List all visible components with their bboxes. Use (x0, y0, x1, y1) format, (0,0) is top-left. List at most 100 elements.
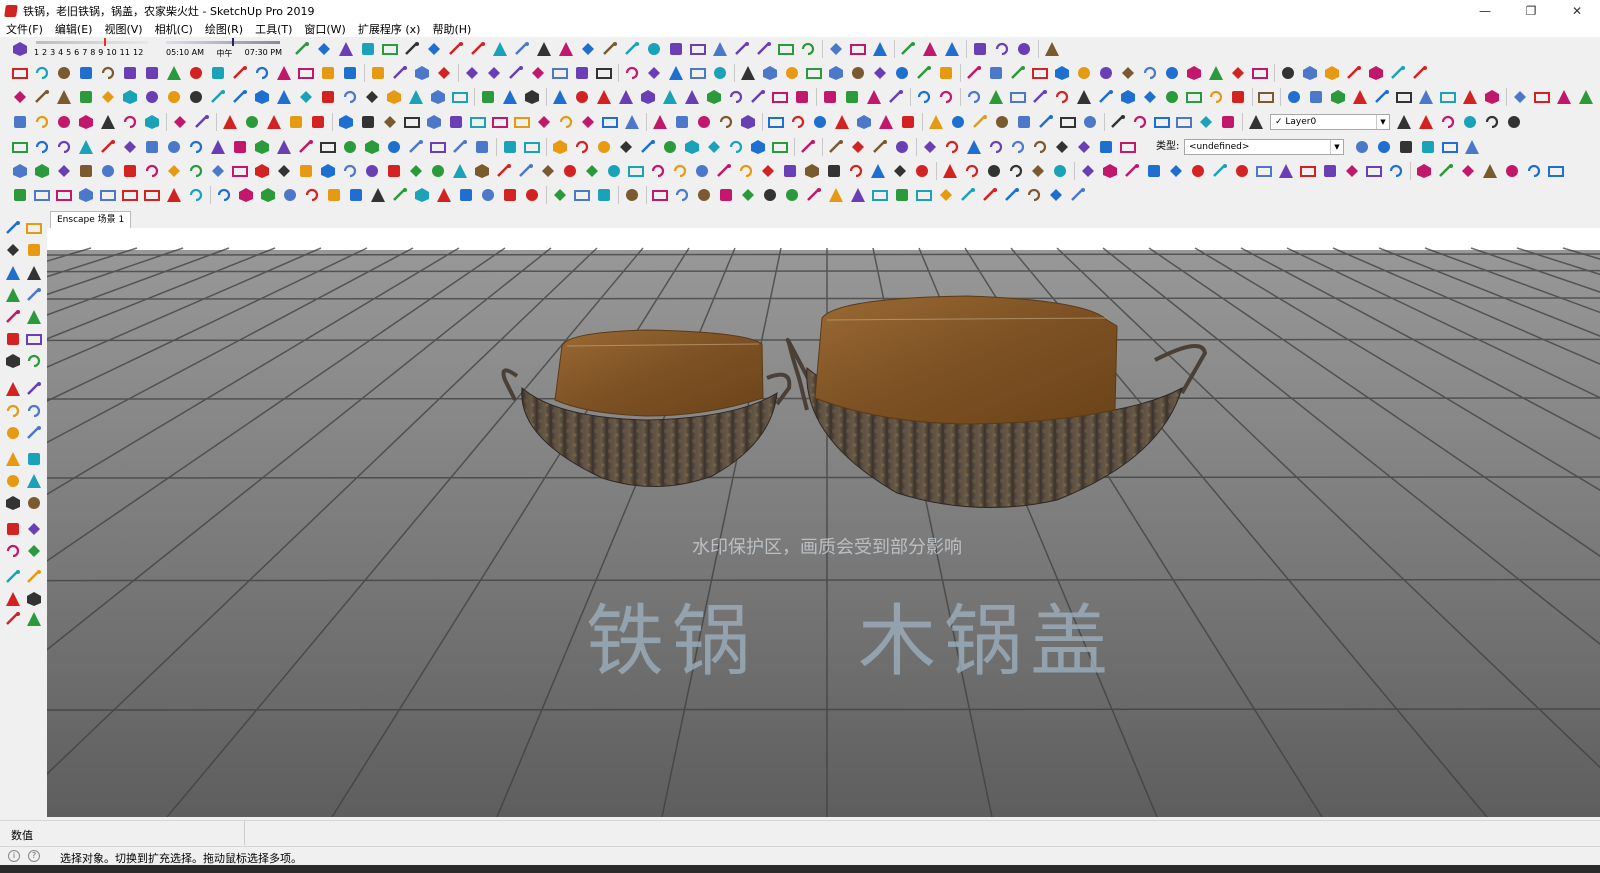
toolbar-tool-icon[interactable] (866, 89, 882, 105)
toolbar-tool-icon[interactable] (914, 163, 930, 179)
tool-palette-icon[interactable] (5, 309, 21, 325)
toolbar-tool-icon[interactable] (1440, 89, 1456, 105)
toolbar-tool-icon[interactable] (756, 41, 772, 57)
toolbar-tool-icon[interactable] (480, 89, 496, 105)
toolbar-tool-icon[interactable] (298, 139, 314, 155)
toolbar-tool-icon[interactable] (602, 114, 618, 130)
toolbar-tool-icon[interactable] (1534, 89, 1550, 105)
toolbar-tool-icon[interactable] (628, 163, 644, 179)
toolbar-tool-icon[interactable] (1390, 65, 1406, 81)
toolbar-tool-icon[interactable] (34, 89, 50, 105)
toolbar-tool-icon[interactable] (740, 187, 756, 203)
toolbar-tool-icon[interactable] (1098, 139, 1114, 155)
toolbar-tool-icon[interactable] (844, 89, 860, 105)
toolbar-tool-icon[interactable] (812, 114, 828, 130)
toolbar-tool-icon[interactable] (1038, 114, 1054, 130)
toolbar-tool-icon[interactable] (188, 89, 204, 105)
toolbar-tool-icon[interactable] (414, 187, 430, 203)
toolbar-tool-icon[interactable] (552, 65, 568, 81)
toolbar-tool-icon[interactable] (122, 65, 138, 81)
toolbar-tool-icon[interactable] (718, 187, 734, 203)
toolbar-tool-icon[interactable] (1120, 65, 1136, 81)
toolbar-tool-icon[interactable] (386, 139, 402, 155)
toolbar-tool-icon[interactable] (870, 163, 886, 179)
tool-palette-icon[interactable] (26, 473, 42, 489)
tool-palette-icon[interactable] (26, 381, 42, 397)
toolbar-tool-icon[interactable] (1412, 65, 1428, 81)
toolbar-tool-icon[interactable] (12, 65, 28, 81)
tool-palette-icon[interactable] (5, 495, 21, 511)
toolbar-tool-icon[interactable] (1132, 114, 1148, 130)
toolbar-tool-icon[interactable] (1330, 89, 1346, 105)
toolbar-tool-icon[interactable] (254, 65, 270, 81)
toolbar-tool-icon[interactable] (342, 139, 358, 155)
toolbar-tool-icon[interactable] (282, 187, 298, 203)
toolbar-tool-icon[interactable] (804, 163, 820, 179)
toolbar-tool-icon[interactable] (1302, 65, 1318, 81)
toolbar-tool-icon[interactable] (452, 163, 468, 179)
chevron-down-icon[interactable]: ▼ (1376, 115, 1389, 129)
toolbar-tool-icon[interactable] (1032, 89, 1048, 105)
toolbar-tool-icon[interactable] (166, 89, 182, 105)
toolbar-tool-icon[interactable] (492, 114, 508, 130)
toolbar-tool-icon[interactable] (800, 41, 816, 57)
toolbar-tool-icon[interactable] (938, 89, 954, 105)
toolbar-tool-icon[interactable] (574, 187, 590, 203)
toolbar-tool-icon[interactable] (552, 89, 568, 105)
menu-view[interactable]: 视图(V) (98, 22, 148, 37)
toolbar-tool-icon[interactable] (536, 41, 552, 57)
toolbar-tool-icon[interactable] (1010, 65, 1026, 81)
tool-palette-icon[interactable] (26, 242, 42, 258)
toolbar-tool-icon[interactable] (514, 114, 530, 130)
toolbar-tool-icon[interactable] (826, 163, 842, 179)
toolbar-tool-icon[interactable] (210, 89, 226, 105)
toolbar-tool-icon[interactable] (298, 89, 314, 105)
toolbar-tool-icon[interactable] (994, 114, 1010, 130)
toolbar-tool-icon[interactable] (470, 114, 486, 130)
toolbar-tool-icon[interactable] (188, 163, 204, 179)
toolbar-tool-icon[interactable] (144, 163, 160, 179)
toolbar-tool-icon[interactable] (502, 187, 518, 203)
tool-palette-icon[interactable] (5, 591, 21, 607)
toolbar-tool-icon[interactable] (1440, 114, 1456, 130)
tool-palette-icon[interactable] (5, 381, 21, 397)
toolbar-tool-icon[interactable] (690, 41, 706, 57)
toolbar-tool-icon[interactable] (508, 65, 524, 81)
toolbar-tool-icon[interactable] (1016, 114, 1032, 130)
toolbar-tool-icon[interactable] (144, 187, 160, 203)
tool-palette-icon[interactable] (26, 287, 42, 303)
menu-file[interactable]: 文件(F) (0, 22, 49, 37)
toolbar-tool-icon[interactable] (596, 89, 612, 105)
toolbar-tool-icon[interactable] (56, 187, 72, 203)
toolbar-tool-icon[interactable] (584, 163, 600, 179)
tool-palette-icon[interactable] (5, 611, 21, 627)
toolbar-tool-icon[interactable] (458, 187, 474, 203)
toolbar-tool-icon[interactable] (370, 65, 386, 81)
tool-palette-icon[interactable] (26, 611, 42, 627)
toolbar-tool-icon[interactable] (690, 65, 706, 81)
toolbar-tool-icon[interactable] (872, 41, 888, 57)
toolbar-tool-icon[interactable] (1070, 187, 1086, 203)
toolbar-tool-icon[interactable] (1438, 163, 1454, 179)
toolbar-tool-icon[interactable] (1208, 89, 1224, 105)
toolbar-tool-icon[interactable] (1060, 114, 1076, 130)
toolbar-tool-icon[interactable] (928, 114, 944, 130)
menu-camera[interactable]: 相机(C) (149, 22, 199, 37)
toolbar-tool-icon[interactable] (966, 65, 982, 81)
toolbar-tool-icon[interactable] (122, 139, 138, 155)
toolbar-tool-icon[interactable] (78, 187, 94, 203)
tool-palette-icon[interactable] (26, 495, 42, 511)
toolbar-tool-icon[interactable] (762, 65, 778, 81)
tool-palette-icon[interactable] (26, 331, 42, 347)
toolbar-tool-icon[interactable] (972, 114, 988, 130)
toolbar-tool-icon[interactable] (982, 187, 998, 203)
toolbar-tool-icon[interactable] (1010, 89, 1026, 105)
toolbar-tool-icon[interactable] (386, 89, 402, 105)
toolbar-tool-icon[interactable] (662, 139, 678, 155)
toolbar-tool-icon[interactable] (740, 65, 756, 81)
toolbar-tool-icon[interactable] (944, 41, 960, 57)
toolbar-tool-icon[interactable] (1190, 163, 1206, 179)
toolbar-tool-icon[interactable] (56, 163, 72, 179)
toolbar-tool-icon[interactable] (828, 187, 844, 203)
shadow-date-scale[interactable] (34, 38, 152, 46)
